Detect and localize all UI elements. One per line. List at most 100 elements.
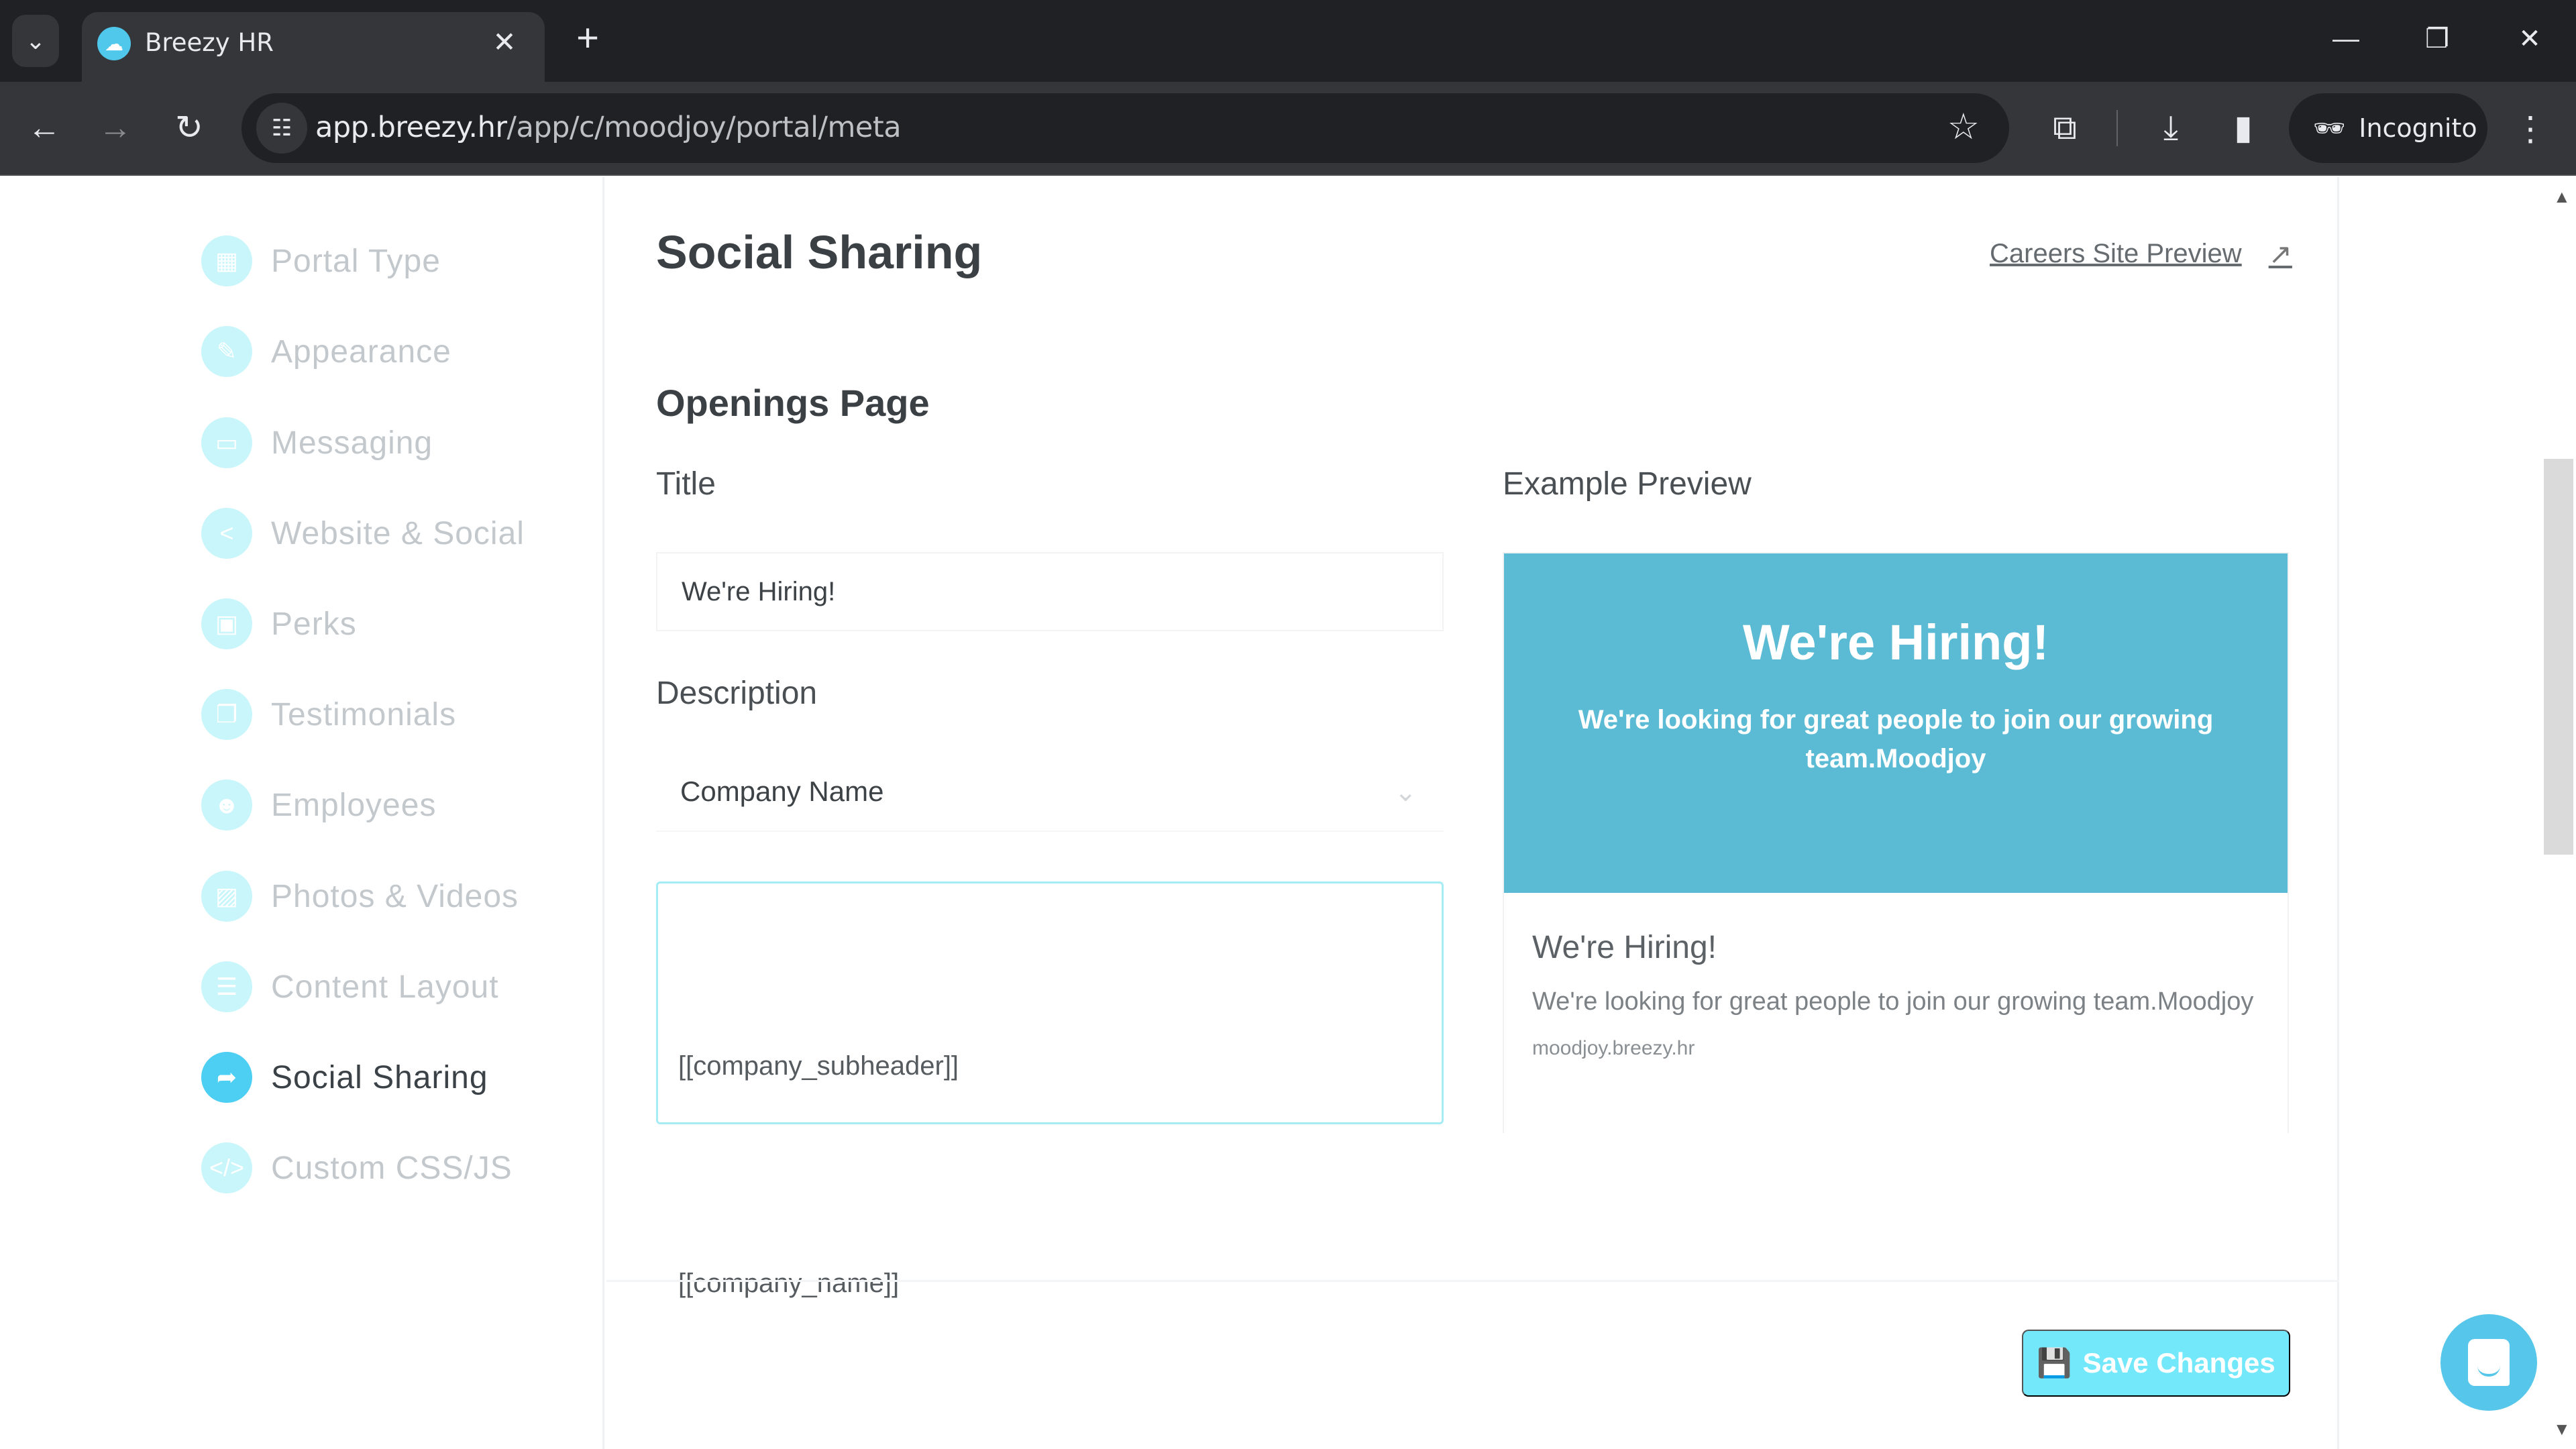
list-icon: ☰ [201,961,252,1012]
people-icon: ☻ [201,780,252,830]
sidebar-item-label: Website & Social [271,515,525,551]
star-icon: ☆ [1947,107,1980,147]
back-button[interactable]: ← [17,101,71,154]
page-scrollbar[interactable]: ▲ ▼ [2542,177,2576,1449]
tab-title: Breezy HR [145,28,274,57]
sidebar-item-label: Appearance [271,333,451,370]
plus-icon: + [576,15,599,60]
external-link-icon: ↗ [2268,238,2292,270]
tune-icon: ☷ [271,115,292,141]
download-icon: ⤓ [2163,108,2179,146]
support-chat-button[interactable] [2440,1314,2537,1411]
close-icon: ✕ [492,25,517,58]
sidebar-item-photos-videos[interactable]: ▨ Photos & Videos [201,866,519,926]
restore-button[interactable]: ❐ [2407,15,2467,63]
preview-hero: We're Hiring! We're looking for great pe… [1504,553,2288,893]
example-preview-card: We're Hiring! We're looking for great pe… [1503,552,2289,1133]
sidebar-item-label: Messaging [271,425,433,461]
incognito-indicator[interactable]: 🕶 Incognito [2289,93,2487,163]
careers-site-preview-link[interactable]: Careers Site Preview ↗ [1990,237,2292,270]
preview-card-description: We're looking for great people to join o… [1532,987,2254,1016]
share-icon: < [201,508,252,559]
sidebar-item-employees[interactable]: ☻ Employees [201,775,436,835]
url-text[interactable]: app.breezy.hr/app/c/moodjoy/portal/meta [315,111,902,144]
description-textarea[interactable]: [[company_subheader]] [[company_name]] [656,881,1444,1297]
url-host: app.breezy.hr [315,111,507,144]
scroll-down-arrow-icon[interactable]: ▼ [2553,1419,2571,1440]
save-icon: 💾 [2037,1346,2072,1379]
site-info-button[interactable]: ☷ [256,103,307,154]
sidebar-item-label: Content Layout [271,969,499,1005]
sidebar-item-appearance[interactable]: ✎ Appearance [201,321,451,382]
arrow-right-icon: → [99,109,132,146]
brush-icon: ✎ [201,326,252,377]
downloads-button[interactable]: ⤓ [2145,102,2196,153]
breezy-cloud-icon: ☁ [97,27,131,60]
save-button-label: Save Changes [2082,1347,2275,1379]
code-icon: </> [201,1142,252,1193]
preview-body: We're Hiring! We're looking for great pe… [1532,929,2257,1060]
sidebar-item-label: Photos & Videos [271,878,519,914]
social-sharing-panel: Social Sharing Careers Site Preview ↗ Op… [606,177,2339,1449]
chat-bubble-icon: ▭ [201,417,252,468]
minimize-button[interactable]: — [2316,15,2376,63]
reload-button[interactable]: ↻ [162,101,216,154]
example-preview-label: Example Preview [1503,466,1752,502]
new-tab-button[interactable]: + [568,15,608,60]
sidebar-item-content-layout[interactable]: ☰ Content Layout [201,957,499,1017]
url-path: /app/c/moodjoy/portal/meta [506,111,902,144]
sidebar-item-website-social[interactable]: < Website & Social [201,503,525,564]
browser-toolbar: ← → ↻ ☷ app.breezy.hr/app/c/moodjoy/port… [0,82,2576,176]
sidebar-item-label: Perks [271,606,357,642]
close-window-button[interactable]: ✕ [2500,15,2560,63]
sidebar-item-label: Portal Type [271,243,441,279]
sidebar-item-label: Testimonials [271,696,457,733]
scroll-up-arrow-icon[interactable]: ▲ [2553,186,2571,207]
gift-icon: ▣ [201,598,252,649]
chevron-down-icon: ⌄ [25,27,46,54]
save-changes-button[interactable]: 💾 Save Changes [2022,1330,2290,1397]
footer-divider [606,1280,2339,1282]
side-panel-button[interactable]: ▮ [2218,102,2269,153]
forward-button[interactable]: → [89,101,142,154]
chevron-down-icon: ⌄ [1394,777,1417,807]
browser-tab[interactable]: ☁ Breezy HR ✕ [82,12,545,82]
sidebar-item-portal-type[interactable]: ▦ Portal Type [201,231,441,291]
address-bar[interactable]: ☷ app.breezy.hr/app/c/moodjoy/portal/met… [241,93,2009,163]
sidebar-item-testimonials[interactable]: ❐ Testimonials [201,684,456,745]
title-input[interactable]: We're Hiring! [656,552,1444,631]
sidebar-item-perks[interactable]: ▣ Perks [201,594,357,654]
close-tab-button[interactable]: ✕ [486,23,523,60]
share-arrow-icon: ➦ [201,1052,252,1103]
preview-hero-title: We're Hiring! [1742,614,2049,670]
arrow-left-icon: ← [28,109,61,146]
browser-menu-button[interactable]: ⋮ [2510,102,2551,156]
description-line: [[company_name]] [678,1269,900,1298]
preview-hero-description: We're looking for great people to join o… [1578,705,2214,773]
bookmark-button[interactable]: ☆ [1947,105,1980,148]
browser-tab-bar: ⌄ ☁ Breezy HR ✕ + — ❐ ✕ [0,0,2576,82]
minimize-icon: — [2332,23,2359,54]
comments-icon: ❐ [201,689,252,740]
restore-icon: ❐ [2425,24,2449,54]
reload-icon: ↻ [175,109,203,146]
sidebar-item-custom-css-js[interactable]: </> Custom CSS/JS [201,1138,513,1198]
incognito-icon: 🕶 [2313,113,2346,143]
sidebar-item-messaging[interactable]: ▭ Messaging [201,413,433,473]
sidebar-item-label: Employees [271,787,437,823]
side-panel-icon: ▮ [2234,109,2253,146]
preview-link-label: Careers Site Preview [1990,239,2242,268]
sidebar-item-label: Social Sharing [271,1059,488,1095]
page: ▦ Portal Type ✎ Appearance ▭ Messaging <… [0,177,2576,1449]
tab-search-button[interactable]: ⌄ [12,15,59,67]
kebab-menu-icon: ⋮ [2514,110,2547,148]
sidebar-item-social-sharing[interactable]: ➦ Social Sharing [201,1047,488,1108]
puzzle-icon: ⧉ [2053,108,2077,146]
close-icon: ✕ [2518,24,2541,54]
description-variable-select[interactable]: Company Name ⌄ [656,753,1444,832]
section-title: Openings Page [656,382,930,424]
scrollbar-thumb[interactable] [2544,459,2573,855]
title-input-value: We're Hiring! [682,576,836,606]
toolbar-divider [2116,110,2118,146]
extensions-button[interactable]: ⧉ [2039,102,2090,153]
